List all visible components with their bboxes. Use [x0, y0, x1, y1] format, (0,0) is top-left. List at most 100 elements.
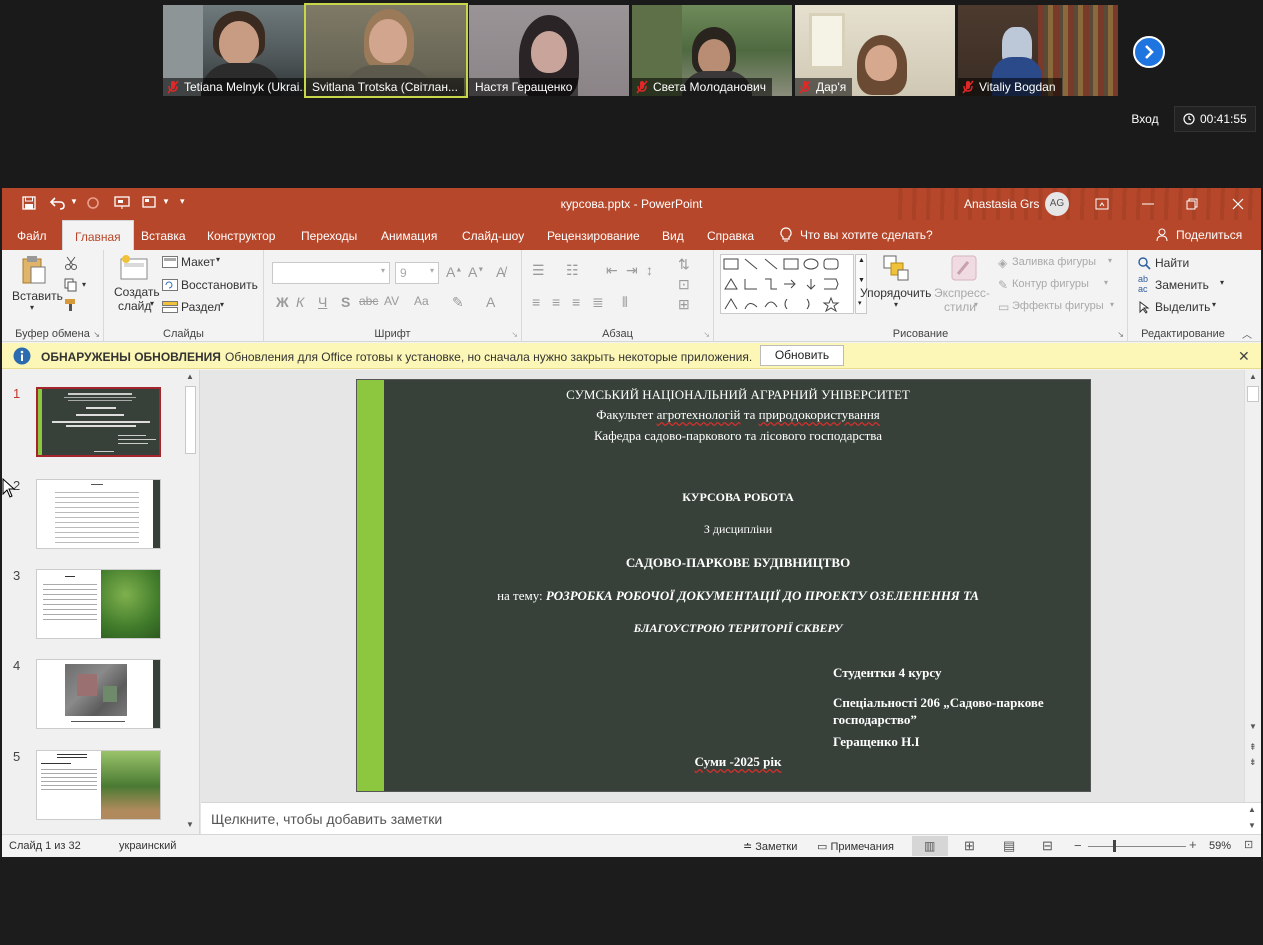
- tab-review[interactable]: Рецензирование: [547, 220, 640, 250]
- video-tile-active-speaker[interactable]: Svitlana Trotska (Світлан...: [304, 3, 468, 98]
- participant-name: Tetiana Melnyk (Ukrai...: [163, 78, 316, 96]
- close-button[interactable]: [1215, 188, 1261, 220]
- decrease-indent-icon[interactable]: ⇤: [606, 262, 618, 279]
- font-color-icon[interactable]: A: [486, 294, 495, 310]
- notes-placeholder[interactable]: Щелкните, чтобы добавить заметки: [211, 811, 442, 827]
- avatar[interactable]: AG: [1045, 192, 1069, 216]
- notes-toggle[interactable]: ≐ Заметки: [743, 840, 797, 853]
- dialog-launcher-icon[interactable]: ↘: [511, 330, 518, 339]
- text-direction-icon[interactable]: ⇅: [678, 256, 690, 273]
- video-tile[interactable]: Света Молоданович: [632, 5, 792, 96]
- shadow-button[interactable]: S: [341, 294, 350, 310]
- tab-view[interactable]: Вид: [662, 220, 684, 250]
- font-size-dropdown[interactable]: 9 ▾: [395, 262, 439, 284]
- restore-button[interactable]: [1169, 188, 1215, 220]
- arrange-button[interactable]: Упорядочить ▾: [860, 254, 931, 316]
- sign-in-button[interactable]: Вход: [1122, 106, 1168, 132]
- font-name-dropdown[interactable]: ▾: [272, 262, 390, 284]
- paste-button[interactable]: Вставить ▾: [12, 253, 63, 312]
- minimize-button[interactable]: [1125, 188, 1171, 220]
- section-icon: [162, 301, 178, 313]
- slideshow-view-button[interactable]: ⊟: [1042, 838, 1053, 854]
- increase-font-icon[interactable]: A▲: [446, 264, 462, 280]
- align-left-icon[interactable]: ≡: [532, 294, 540, 310]
- tab-transitions[interactable]: Переходы: [301, 220, 357, 250]
- highlight-icon[interactable]: ✎: [452, 294, 464, 311]
- normal-view-button[interactable]: ▥: [912, 836, 948, 856]
- char-spacing-button[interactable]: AV: [384, 294, 399, 308]
- columns-icon[interactable]: ⫴: [622, 294, 628, 311]
- align-center-icon[interactable]: ≡: [552, 294, 560, 310]
- tab-help[interactable]: Справка: [707, 220, 754, 250]
- tab-animations[interactable]: Анимация: [381, 220, 437, 250]
- slide-scrollbar[interactable]: ▲ ▼ ⇞ ⇟: [1244, 370, 1261, 802]
- video-tile[interactable]: Дар'я: [795, 5, 955, 96]
- zoom-slider[interactable]: [1088, 846, 1186, 847]
- previous-slide-icon[interactable]: ⇞: [1249, 742, 1257, 753]
- slide-thumbnail-5[interactable]: [36, 750, 161, 820]
- zoom-level[interactable]: 59%: [1209, 840, 1231, 852]
- share-button[interactable]: Поделиться: [1156, 220, 1242, 250]
- next-slide-icon[interactable]: ⇟: [1249, 757, 1257, 768]
- align-right-icon[interactable]: ≡: [572, 294, 580, 310]
- update-button[interactable]: Обновить: [760, 345, 844, 366]
- tab-home[interactable]: Главная: [62, 220, 134, 250]
- dialog-launcher-icon[interactable]: ↘: [93, 330, 100, 339]
- slide-sorter-view-button[interactable]: ⊞: [964, 838, 975, 854]
- numbering-icon[interactable]: ☷: [566, 262, 579, 279]
- workspace: 1 2 3 4 5 ▲ ▼ СУМСЬКИЙ НАЦІОНАЛЬНИЙ АГРА…: [2, 370, 1261, 834]
- decrease-font-icon[interactable]: A▼: [468, 264, 484, 280]
- close-icon: [1232, 198, 1244, 210]
- next-page-button[interactable]: [1133, 36, 1165, 68]
- reading-view-button[interactable]: ▤: [1003, 838, 1015, 854]
- align-text-icon[interactable]: ⊡: [678, 276, 690, 293]
- dialog-launcher-icon[interactable]: ↘: [1117, 330, 1124, 339]
- increase-indent-icon[interactable]: ⇥: [626, 262, 638, 279]
- tab-slideshow[interactable]: Слайд-шоу: [462, 220, 524, 250]
- ribbon-display-options-button[interactable]: [1079, 188, 1125, 220]
- cut-icon[interactable]: [64, 256, 78, 270]
- tab-file[interactable]: Файл: [17, 220, 47, 250]
- collapse-ribbon-icon[interactable]: ︿: [1242, 326, 1252, 341]
- zoom-in-button[interactable]: +: [1189, 837, 1197, 852]
- underline-button[interactable]: Ч: [318, 294, 327, 310]
- language-indicator[interactable]: украинский: [119, 840, 176, 852]
- video-tile[interactable]: Настя Геращенко: [469, 5, 629, 96]
- tab-insert[interactable]: Вставка: [141, 220, 186, 250]
- copy-icon[interactable]: [64, 278, 78, 292]
- bold-button[interactable]: Ж: [276, 294, 289, 310]
- shapes-gallery[interactable]: [720, 254, 854, 314]
- tab-design[interactable]: Конструктор: [207, 220, 275, 250]
- notes-pane[interactable]: Щелкните, чтобы добавить заметки ▲ ▼: [201, 802, 1261, 834]
- video-tile[interactable]: Vitaliy Bogdan: [958, 5, 1118, 96]
- video-tile[interactable]: Tetiana Melnyk (Ukrai...: [163, 5, 323, 96]
- slide-thumbnail-4[interactable]: [36, 659, 161, 729]
- tell-me-search[interactable]: Что вы хотите сделать?: [780, 220, 933, 250]
- fit-to-window-button[interactable]: ⊡: [1244, 838, 1253, 851]
- format-painter-icon[interactable]: [64, 298, 78, 312]
- slide-city-year: Суми -2025 рік: [694, 754, 782, 769]
- zoom-out-button[interactable]: −: [1074, 838, 1082, 853]
- line-spacing-icon[interactable]: ↕: [646, 262, 653, 278]
- bullets-icon[interactable]: ☰: [532, 262, 545, 279]
- smartart-icon[interactable]: ⊞: [678, 296, 690, 313]
- close-icon[interactable]: ✕: [1238, 348, 1250, 365]
- quick-styles-button[interactable]: Экспресс- стили ▾: [934, 254, 994, 316]
- slide-thumbnail-1[interactable]: [36, 387, 161, 457]
- thumbnail-scrollbar[interactable]: ▲ ▼: [183, 370, 198, 834]
- justify-icon[interactable]: ≣: [592, 294, 604, 311]
- zoom-slider-thumb[interactable]: [1113, 840, 1116, 852]
- new-slide-button[interactable]: Создать слайд ▾: [110, 253, 160, 313]
- dialog-launcher-icon[interactable]: ↘: [703, 330, 710, 339]
- cursor-select-icon: [1139, 301, 1150, 314]
- strikethrough-button[interactable]: abc: [359, 294, 378, 308]
- group-label: Шрифт: [374, 328, 411, 340]
- change-case-button[interactable]: Aa: [414, 294, 429, 308]
- italic-button[interactable]: К: [296, 294, 304, 310]
- slide-thumbnail-3[interactable]: [36, 569, 161, 639]
- slide-canvas[interactable]: СУМСЬКИЙ НАЦІОНАЛЬНИЙ АГРАРНИЙ УНІВЕРСИТ…: [356, 379, 1091, 792]
- slide-thumbnail-2[interactable]: [36, 479, 161, 549]
- slide-author: Геращенко Н.І: [833, 734, 920, 749]
- comments-toggle[interactable]: ▭ Примечания: [817, 840, 894, 853]
- clear-formatting-icon[interactable]: A̸: [496, 264, 505, 280]
